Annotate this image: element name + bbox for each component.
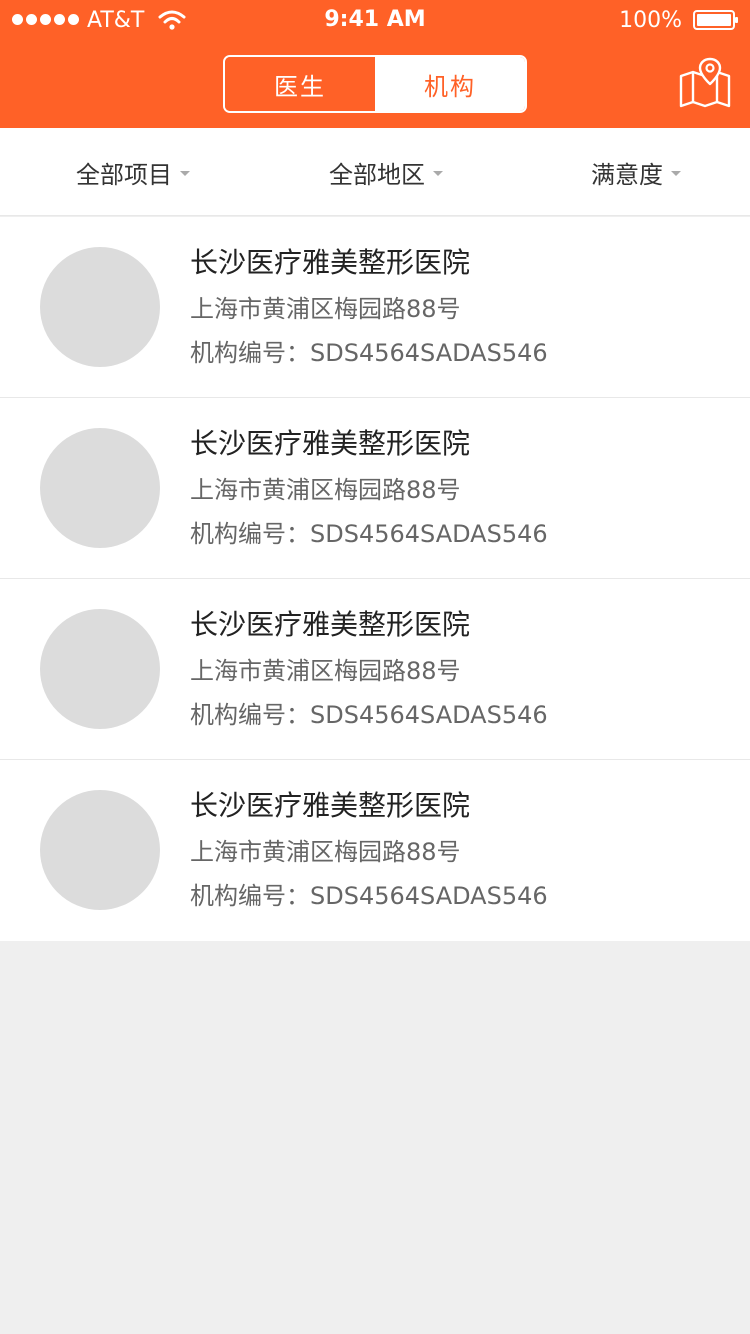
institution-code: 机构编号：SDS4564SADAS546 <box>190 520 548 548</box>
list-item[interactable]: 长沙医疗雅美整形医院 上海市黄浦区梅园路88号 机构编号：SDS4564SADA… <box>0 579 750 760</box>
institution-name: 长沙医疗雅美整形医院 <box>190 789 471 822</box>
institution-address: 上海市黄浦区梅园路88号 <box>190 476 461 504</box>
chevron-down-icon <box>671 170 681 176</box>
list-item[interactable]: 长沙医疗雅美整形医院 上海市黄浦区梅园路88号 机构编号：SDS4564SADA… <box>0 217 750 398</box>
filter-satisfaction-dropdown[interactable]: 满意度 <box>591 128 681 216</box>
filter-region-dropdown[interactable]: 全部地区 <box>329 128 443 216</box>
avatar <box>40 790 160 910</box>
chevron-down-icon <box>180 170 190 176</box>
filter-region-label: 全部地区 <box>329 160 425 189</box>
list-item[interactable]: 长沙医疗雅美整形医院 上海市黄浦区梅园路88号 机构编号：SDS4564SADA… <box>0 760 750 941</box>
institution-address: 上海市黄浦区梅园路88号 <box>190 657 461 685</box>
avatar <box>40 428 160 548</box>
institution-name: 长沙医疗雅美整形医院 <box>190 608 471 641</box>
app-header: AT&T 9:41 AM 100% 医生 机构 <box>0 0 750 128</box>
filter-bar: 全部项目 全部地区 满意度 <box>0 128 750 216</box>
battery-percentage: 100% <box>619 8 682 33</box>
chevron-down-icon <box>433 170 443 176</box>
institution-name: 长沙医疗雅美整形医院 <box>190 246 471 279</box>
institution-name: 长沙医疗雅美整形医院 <box>190 427 471 460</box>
institution-code: 机构编号：SDS4564SADAS546 <box>190 882 548 910</box>
filter-project-label: 全部项目 <box>76 160 172 189</box>
filter-satisfaction-label: 满意度 <box>591 160 663 189</box>
battery-icon <box>693 10 738 30</box>
list-item[interactable]: 长沙医疗雅美整形医院 上海市黄浦区梅园路88号 机构编号：SDS4564SADA… <box>0 398 750 579</box>
institution-address: 上海市黄浦区梅园路88号 <box>190 295 461 323</box>
map-pin-icon[interactable] <box>679 56 731 108</box>
status-bar: AT&T 9:41 AM 100% <box>0 0 750 40</box>
tab-doctor[interactable]: 医生 <box>225 57 375 111</box>
avatar <box>40 609 160 729</box>
institution-address: 上海市黄浦区梅园路88号 <box>190 838 461 866</box>
tab-institution[interactable]: 机构 <box>375 57 525 111</box>
institution-list: 长沙医疗雅美整形医院 上海市黄浦区梅园路88号 机构编号：SDS4564SADA… <box>0 217 750 941</box>
institution-code: 机构编号：SDS4564SADAS546 <box>190 339 548 367</box>
doctor-institution-switch: 医生 机构 <box>223 55 527 113</box>
filter-project-dropdown[interactable]: 全部项目 <box>76 128 190 216</box>
institution-code: 机构编号：SDS4564SADAS546 <box>190 701 548 729</box>
avatar <box>40 247 160 367</box>
